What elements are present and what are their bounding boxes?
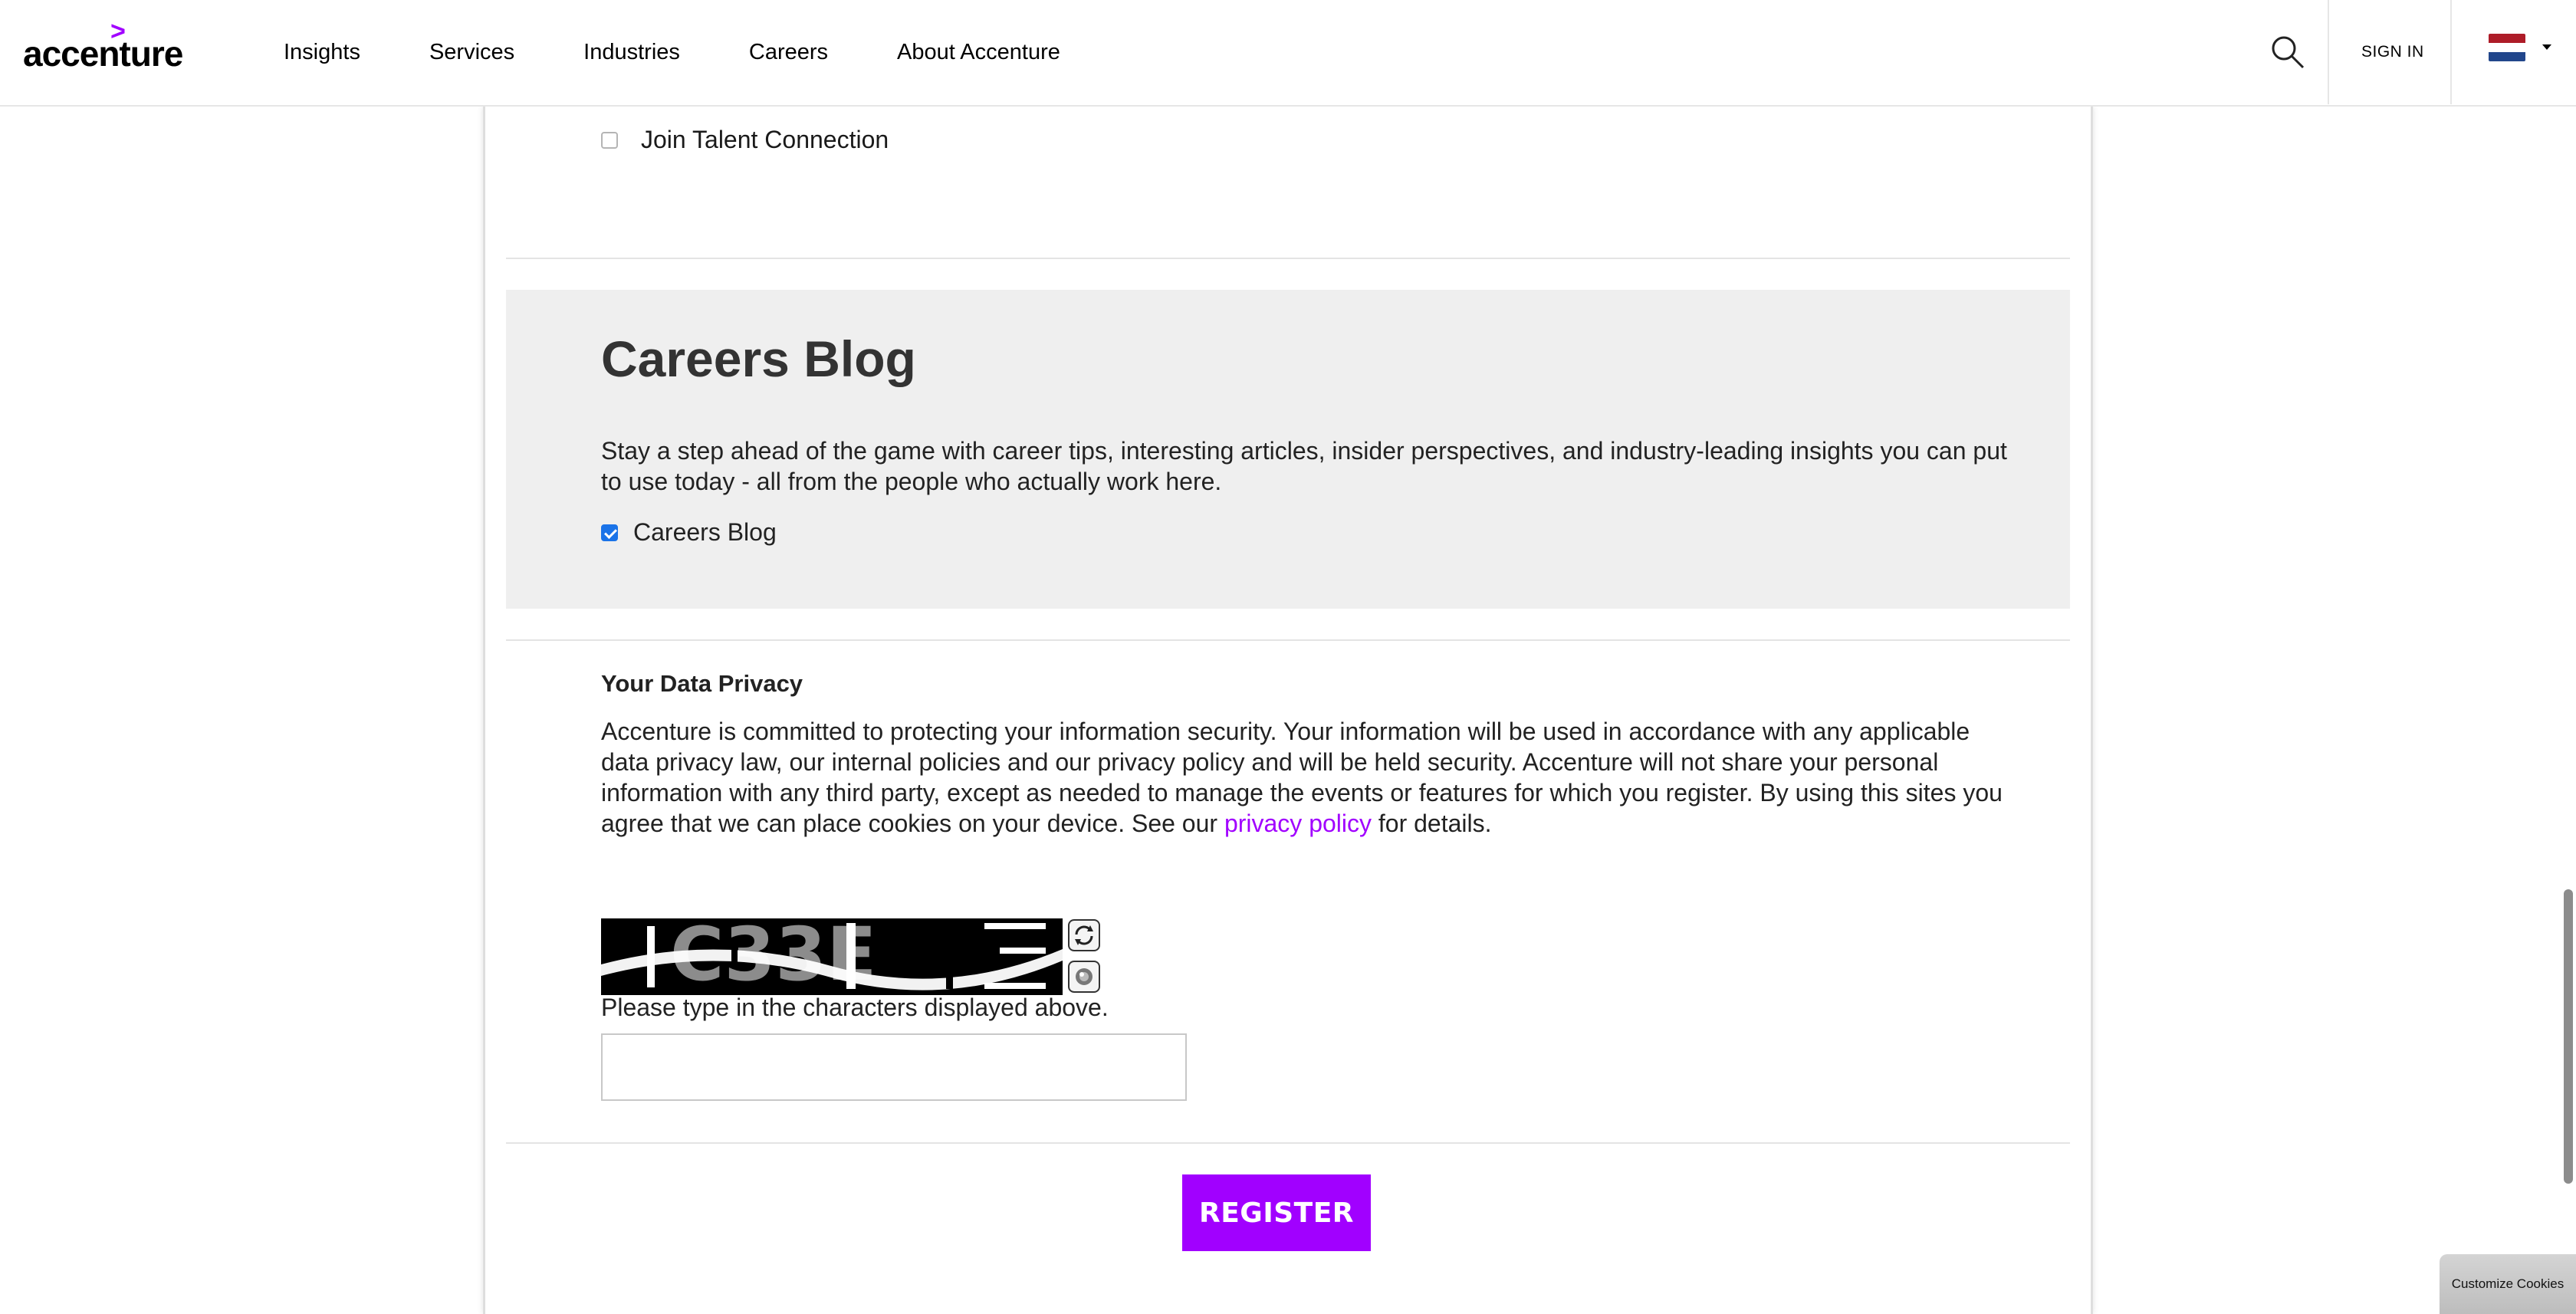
nav-industries[interactable]: Industries [583,40,680,65]
customize-cookies-button[interactable]: Customize Cookies [2440,1254,2576,1314]
chevron-down-icon [2542,44,2551,50]
logo-text: accenture [23,34,183,74]
captcha-image: C33E [601,918,1063,995]
talent-connection-option: Join Talent Connection [601,126,889,154]
form-container [483,107,2093,1314]
privacy-policy-link[interactable]: privacy policy [1224,810,1372,837]
country-selector[interactable] [2489,34,2555,64]
page-scrollbar[interactable] [2564,889,2573,1184]
register-button[interactable]: REGISTER [1182,1174,1371,1251]
captcha-glyphs: C33E [670,918,877,995]
refresh-icon[interactable] [1068,919,1100,951]
netherlands-flag-icon [2489,34,2525,61]
section-divider [506,1142,2070,1144]
careers-blog-title: Careers Blog [601,330,916,387]
captcha-input[interactable] [601,1033,1187,1101]
careers-blog-description: Stay a step ahead of the game with caree… [601,437,2007,495]
nav-services[interactable]: Services [429,40,514,65]
nav-about-accenture[interactable]: About Accenture [897,40,1060,65]
audio-icon[interactable] [1068,961,1100,993]
section-divider [506,639,2070,641]
data-privacy-text: Accenture is committed to protecting you… [601,716,2004,839]
careers-blog-checkbox[interactable] [601,524,618,541]
nav-careers[interactable]: Careers [749,40,828,65]
sign-in-link[interactable]: SIGN IN [2361,43,2424,61]
talent-connection-checkbox[interactable] [601,131,618,149]
accenture-logo[interactable]: > accenture [23,18,184,74]
nav-insights[interactable]: Insights [284,40,360,65]
header-divider [2450,0,2452,104]
careers-blog-checkbox-label: Careers Blog [633,518,777,546]
careers-blog-section: Careers Blog Stay a step ahead of the ga… [506,290,2070,609]
careers-blog-option: Careers Blog [601,518,777,547]
talent-connection-label: Join Talent Connection [641,126,889,153]
site-header: > accenture Insights Services Industries… [0,0,2576,107]
search-icon[interactable] [2269,34,2306,71]
section-divider [506,258,2070,259]
main-nav: Insights Services Industries Careers Abo… [284,0,1129,104]
data-privacy-title: Your Data Privacy [601,670,803,697]
privacy-text-part: for details. [1372,810,1492,837]
header-divider [2328,0,2329,104]
captcha-prompt: Please type in the characters displayed … [601,994,1109,1021]
